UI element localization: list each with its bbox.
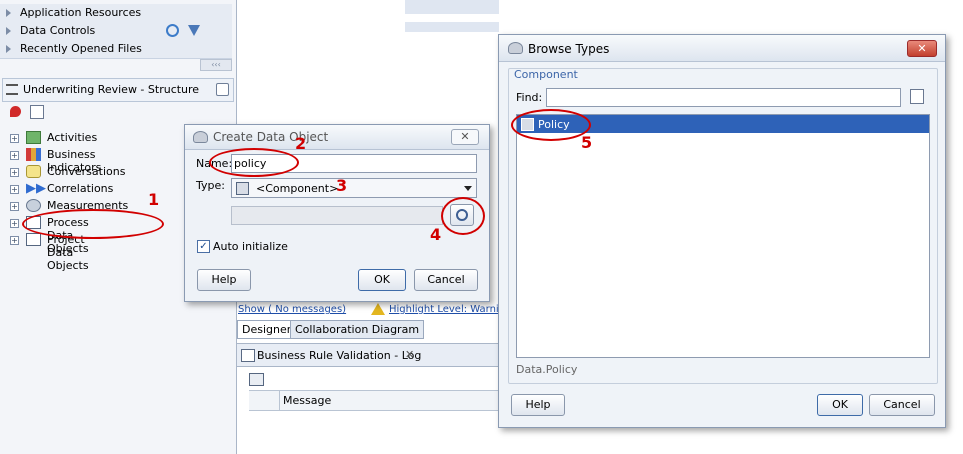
find-input[interactable] [546,88,901,107]
ok-button[interactable]: OK [817,394,863,416]
dialog-titlebar[interactable]: Browse Types ✕ [499,35,945,62]
close-button[interactable]: ✕ [907,40,937,57]
structure-tab[interactable]: Underwriting Review - Structure [2,78,234,102]
log-table-header: Message [249,390,499,411]
annotation-number-1: 1 [148,190,160,209]
annotation-ellipse-5 [511,109,591,141]
accordion-data-controls[interactable]: Data Controls [0,22,232,41]
expand-plus-icon[interactable]: + [10,185,19,194]
log-icon [241,349,255,362]
app-icon [193,131,208,143]
accordion-application-resources[interactable]: Application Resources [0,4,232,23]
business-indicators-icon [26,148,41,161]
data-object-icon [26,233,41,246]
help-button[interactable]: Help [511,394,565,416]
minimize-icon[interactable] [216,83,229,96]
show-messages-link[interactable]: Show ( No messages) [238,304,346,315]
find-label: Find: [516,91,543,104]
expand-arrow-icon [6,9,11,17]
auto-initialize-checkbox[interactable]: ✓ [197,240,210,253]
expand-arrow-icon [6,27,11,35]
type-label: Type: [196,179,225,192]
expand-plus-icon[interactable]: + [10,219,19,228]
structure-title: Underwriting Review - Structure [23,83,200,96]
tab-designer[interactable]: Designer [237,320,297,339]
new-type-icon[interactable] [910,89,924,104]
cancel-button[interactable]: Cancel [869,394,935,416]
accordion-label: Application Resources [20,6,142,19]
expand-plus-icon[interactable]: + [10,168,19,177]
tree-item-label: Activities [47,131,98,144]
type-detail-field [231,206,443,225]
status-path: Data.Policy [516,363,578,376]
accordion-recently-opened-files[interactable]: Recently Opened Files [0,40,232,59]
component-icon [236,182,249,195]
refresh-icon[interactable] [166,24,179,37]
cancel-button[interactable]: Cancel [414,269,478,291]
structure-icon [6,84,18,95]
results-list[interactable]: Policy [516,114,930,358]
dialog-title: Browse Types [528,42,610,56]
canvas-strip [405,0,499,14]
auto-initialize-label: Auto initialize [213,240,288,253]
expand-plus-icon[interactable]: + [10,236,19,245]
canvas-strip [405,22,499,32]
log-title: Business Rule Validation - Log [257,349,422,362]
activities-icon [26,131,41,144]
conversations-icon [26,165,41,178]
annotation-number-5: 5 [581,133,593,152]
group-title: Component [514,68,578,81]
annotation-number-4: 4 [430,225,442,244]
expand-arrow-icon [6,45,11,53]
accordion-label: Data Controls [20,24,96,37]
dialog-title: Create Data Object [213,130,329,144]
annotation-ellipse-4 [441,197,485,235]
chevron-down-icon[interactable] [464,186,472,191]
browse-types-dialog: Browse Types ✕ Component Find: Policy Da… [498,34,946,428]
accordion-label: Recently Opened Files [20,42,142,55]
correlations-icon: ▶▶ [26,181,46,196]
annotation-number-3: 3 [336,176,348,195]
ok-button[interactable]: OK [358,269,406,291]
type-value: <Component> [256,182,339,195]
close-button[interactable]: ✕ [451,129,479,145]
annotation-number-2: 2 [295,134,307,153]
column-divider [279,391,280,410]
tree-item-label: Conversations [47,165,126,178]
pin-icon[interactable] [10,106,21,117]
new-object-icon[interactable] [30,105,44,119]
warning-icon [371,303,385,315]
log-header: Business Rule Validation - Log ✕ [237,343,499,367]
app-icon [508,42,523,54]
filter-icon[interactable] [188,25,200,36]
close-icon[interactable]: ✕ [405,348,414,361]
expand-plus-icon[interactable]: + [10,151,19,160]
tree-item-label: Correlations [47,182,114,195]
book-icon[interactable] [249,373,264,386]
scroll-arrows[interactable]: ‹‹‹ [200,59,232,71]
dialog-titlebar[interactable]: Create Data Object ✕ [185,125,489,150]
column-message: Message [283,394,332,407]
annotation-ellipse-2 [209,148,299,177]
annotation-ellipse-1 [22,209,164,239]
help-button[interactable]: Help [197,269,251,291]
type-select[interactable]: <Component> [231,178,477,198]
tab-collaboration-diagram[interactable]: Collaboration Diagram [290,320,425,339]
expand-plus-icon[interactable]: + [10,134,19,143]
measurements-icon [26,199,41,212]
expand-plus-icon[interactable]: + [10,202,19,211]
